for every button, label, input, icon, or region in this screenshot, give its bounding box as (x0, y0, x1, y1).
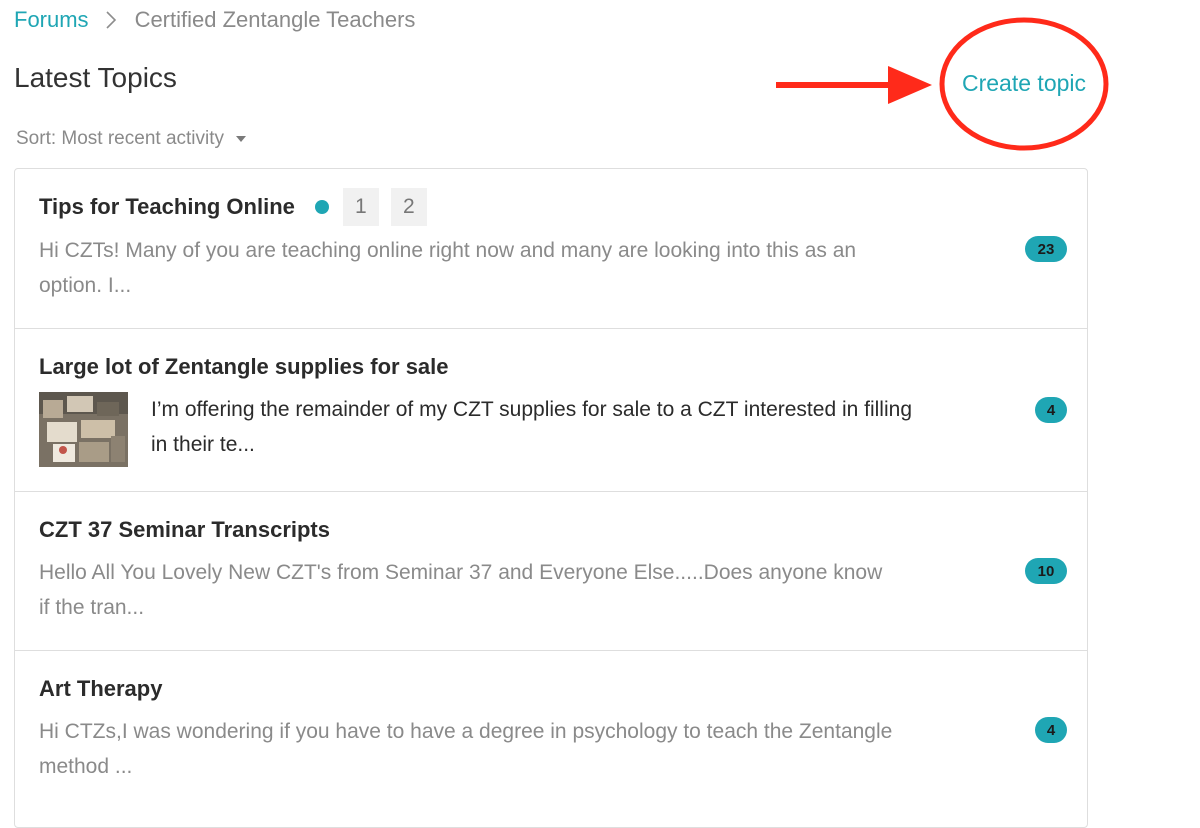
breadcrumb-forums-link[interactable]: Forums (14, 7, 89, 33)
topic-excerpt: Hi CTZs,I was wondering if you have to h… (39, 714, 1019, 784)
topic-excerpt-line: in their te... (151, 433, 255, 456)
topic-item[interactable]: Large lot of Zentangle supplies for sale… (15, 329, 1087, 492)
reply-count-badge: 23 (1025, 236, 1067, 262)
sort-dropdown[interactable]: Sort: Most recent activity (16, 128, 247, 150)
caret-down-icon (236, 136, 247, 142)
unread-dot-icon (314, 200, 329, 214)
topic-title-row: Large lot of Zentangle supplies for sale (39, 349, 449, 385)
topic-title[interactable]: Tips for Teaching Online (39, 194, 295, 220)
topic-list: Tips for Teaching Online 1 2 Hi CZTs! Ma… (14, 168, 1088, 828)
topic-title[interactable]: CZT 37 Seminar Transcripts (39, 517, 330, 543)
topic-page-link-2[interactable]: 2 (390, 188, 427, 226)
topic-title[interactable]: Art Therapy (39, 676, 162, 702)
topic-item[interactable]: CZT 37 Seminar Transcripts Hello All You… (15, 492, 1087, 651)
topic-title[interactable]: Large lot of Zentangle supplies for sale (39, 354, 449, 380)
topic-excerpt-line: Hi CZTs! Many of you are teaching online… (39, 239, 857, 262)
chevron-right-icon (105, 10, 117, 30)
topic-excerpt: Hi CZTs! Many of you are teaching online… (39, 233, 999, 303)
topic-excerpt-line: I’m offering the remainder of my CZT sup… (151, 398, 912, 421)
topic-excerpt: I’m offering the remainder of my CZT sup… (151, 392, 1021, 462)
topic-excerpt: Hello All You Lovely New CZT's from Semi… (39, 555, 999, 625)
topic-item[interactable]: Art Therapy Hi CTZs,I was wondering if y… (15, 651, 1087, 827)
reply-count-badge: 10 (1025, 558, 1067, 584)
topic-excerpt-line: option. I... (39, 274, 132, 297)
sort-label: Sort: Most recent activity (16, 128, 225, 149)
topic-title-row: CZT 37 Seminar Transcripts (39, 512, 330, 548)
topic-thumbnail[interactable] (39, 392, 128, 467)
breadcrumb: Forums Certified Zentangle Teachers (14, 6, 415, 34)
topic-item[interactable]: Tips for Teaching Online 1 2 Hi CZTs! Ma… (15, 169, 1087, 329)
page-title: Latest Topics (14, 62, 177, 93)
breadcrumb-current: Certified Zentangle Teachers (134, 7, 416, 32)
topic-title-row: Tips for Teaching Online 1 2 (39, 187, 427, 227)
topic-excerpt-line: Hi CTZs,I was wondering if you have to h… (39, 720, 893, 743)
reply-count-badge: 4 (1035, 397, 1067, 423)
topic-excerpt-line: method ... (39, 755, 133, 778)
topic-page-link-1[interactable]: 1 (342, 188, 379, 226)
topic-excerpt-line: Hello All You Lovely New CZT's from Semi… (39, 561, 883, 584)
topic-excerpt-line: if the tran... (39, 596, 145, 619)
red-arrow-icon (776, 66, 932, 104)
create-topic-button[interactable]: Create topic (962, 70, 1086, 97)
reply-count-badge: 4 (1035, 717, 1067, 743)
topic-title-row: Art Therapy (39, 671, 162, 707)
